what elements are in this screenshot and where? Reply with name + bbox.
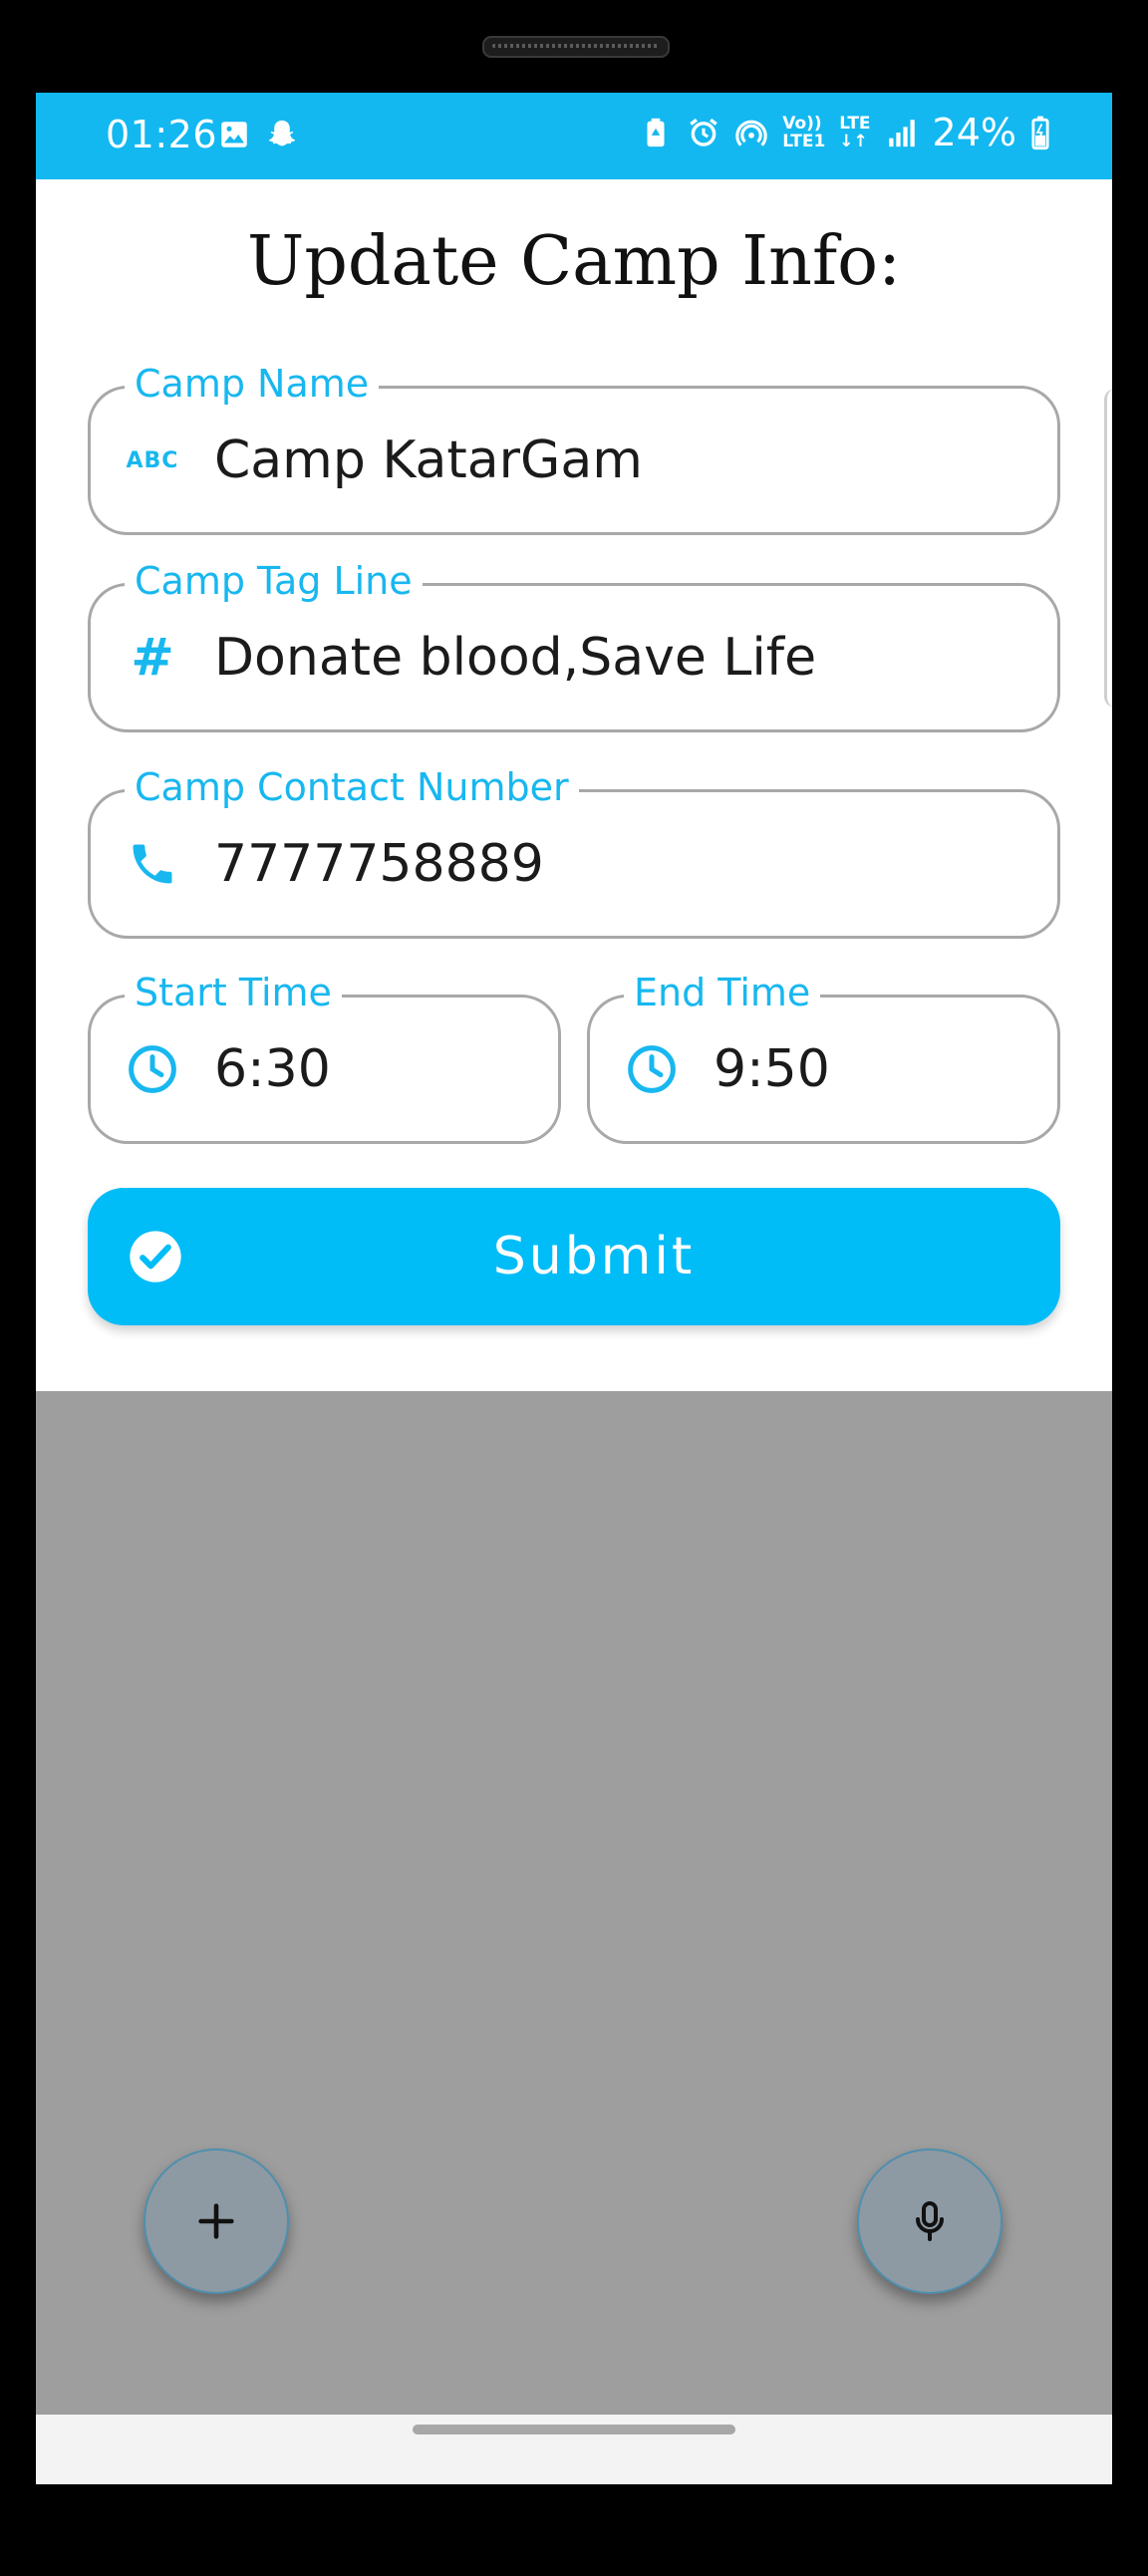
gesture-nav-bar (36, 2415, 1112, 2484)
camp-name-label: Camp Name (125, 359, 380, 409)
dimmed-overlay[interactable] (36, 1391, 1112, 2415)
battery-percent: 24% (932, 111, 1016, 154)
camp-tag-line-label: Camp Tag Line (125, 556, 423, 606)
signal-icon (888, 120, 915, 147)
camp-name-input[interactable]: Camp KatarGam (214, 430, 643, 490)
phone-icon (125, 836, 180, 892)
voice-fab-button[interactable] (857, 2148, 1003, 2294)
end-time-label: End Time (624, 968, 821, 1017)
camp-contact-input[interactable]: 7777758889 (214, 834, 544, 894)
camp-tag-line-input[interactable]: Donate blood,Save Life (214, 628, 816, 688)
volte-indicator: Vo)) LTE1 (782, 114, 826, 151)
end-time-field[interactable]: End Time 9:50 (587, 968, 1060, 1144)
camp-name-field[interactable]: Camp Name ABC Camp KatarGam (88, 359, 1060, 535)
status-time: 01:26 (106, 113, 218, 156)
start-time-label: Start Time (125, 968, 342, 1017)
snapchat-icon (268, 120, 296, 146)
side-panel-handle[interactable] (1104, 389, 1112, 708)
status-bar: 01:26 Vo)) LTE1 LTE ↓↑ 24% (36, 93, 1112, 179)
end-time-input[interactable]: 9:50 (714, 1039, 830, 1099)
camp-contact-field[interactable]: Camp Contact Number 7777758889 (88, 762, 1060, 939)
plus-icon (198, 2203, 234, 2239)
add-fab-button[interactable] (144, 2148, 289, 2294)
clock-icon (624, 1041, 680, 1097)
hotspot-icon (735, 120, 767, 146)
abc-text-icon: ABC (126, 447, 179, 473)
alarm-icon (690, 118, 718, 146)
home-gesture-handle[interactable] (413, 2425, 735, 2434)
camp-contact-label: Camp Contact Number (125, 762, 579, 812)
battery-icon (1031, 116, 1049, 150)
submit-button[interactable]: Submit (88, 1188, 1060, 1325)
earpiece-speaker (482, 36, 670, 58)
clock-icon (125, 1041, 180, 1097)
start-time-input[interactable]: 6:30 (214, 1039, 331, 1099)
device-frame: 01:26 Vo)) LTE1 LTE ↓↑ 24% Update Camp I… (0, 0, 1148, 2576)
phone-screen: 01:26 Vo)) LTE1 LTE ↓↑ 24% Update Camp I… (36, 93, 1112, 2484)
microphone-icon (916, 2201, 944, 2241)
start-time-field[interactable]: Start Time 6:30 (88, 968, 561, 1144)
camp-tag-line-field[interactable]: Camp Tag Line # Donate blood,Save Life (88, 556, 1060, 732)
submit-label: Submit (492, 1227, 696, 1287)
lte-indicator: LTE ↓↑ (839, 114, 871, 151)
gallery-icon (221, 122, 247, 147)
hash-icon: # (131, 628, 174, 688)
battery-saver-icon (647, 118, 665, 147)
page-title: Update Camp Info: (247, 222, 901, 301)
